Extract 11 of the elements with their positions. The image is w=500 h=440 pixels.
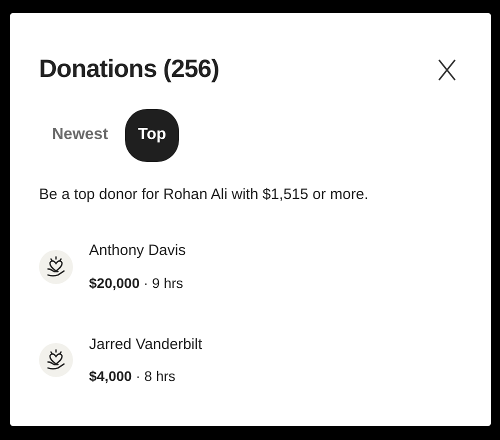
heart-in-hand-icon: [46, 256, 66, 278]
description-text: Be a top donor for Rohan Ali with $1,515 or more.: [39, 184, 370, 204]
donation-detail: $20,000 · 9 hrs: [89, 274, 184, 292]
donor-name: Anthony Davis: [89, 241, 186, 261]
tab[interactable]: Newest: [39, 108, 122, 162]
dialog-title: Donations (256): [39, 54, 220, 85]
close-icon: [438, 58, 456, 81]
tab[interactable]: Top: [125, 108, 180, 162]
donor-name: Jarred Vanderbilt: [89, 334, 202, 354]
heart-in-hand-icon: [46, 349, 66, 372]
donation-detail: $4,000 · 8 hrs: [89, 367, 176, 386]
